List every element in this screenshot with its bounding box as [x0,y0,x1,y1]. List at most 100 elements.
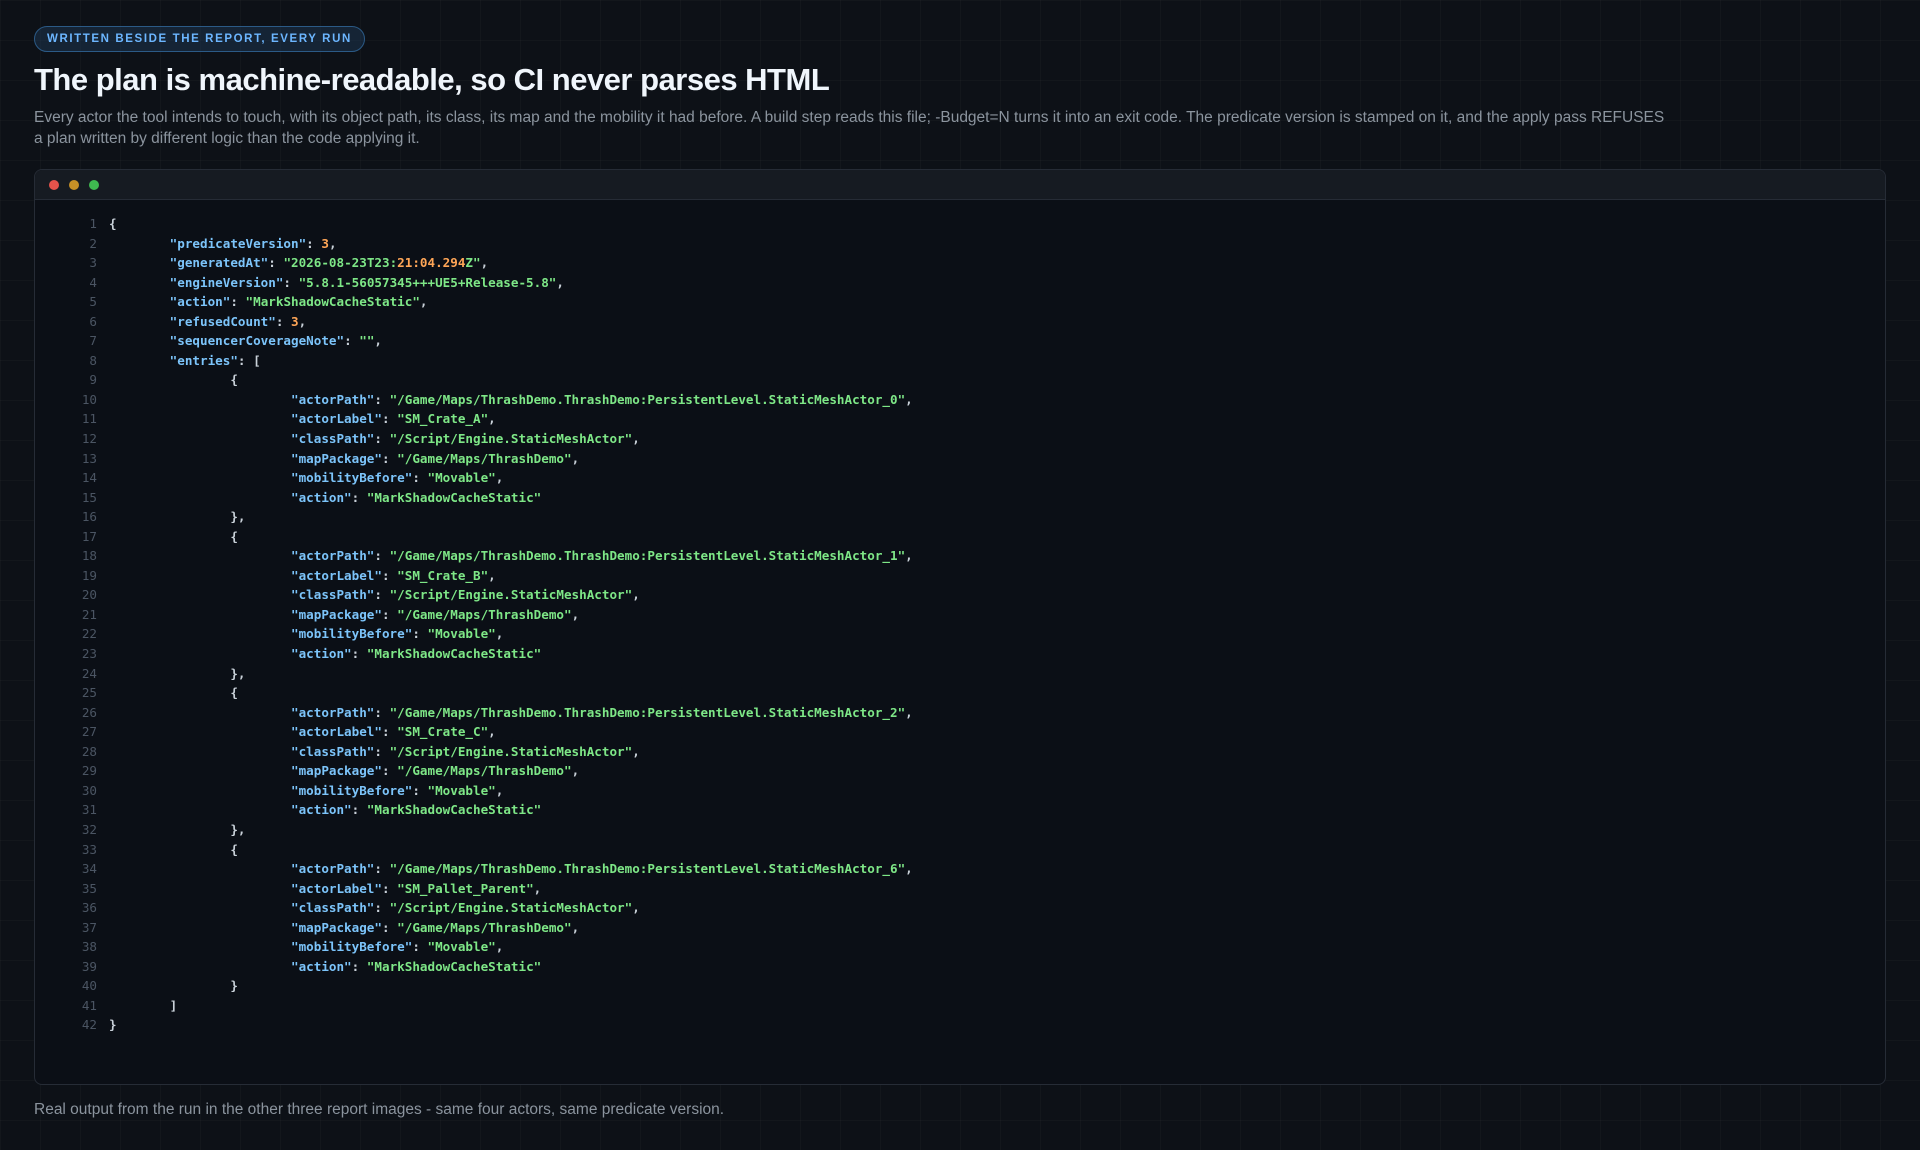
code-text: "action": "MarkShadowCacheStatic" [290,958,542,974]
code-text: "refusedCount": 3, [169,313,307,329]
code-text: "mobilityBefore": "Movable", [290,470,504,486]
line-number: 28 [81,743,97,759]
code-window: 1{2 "predicateVersion": 3, 3 "generatedAt… [34,169,1886,1085]
code-text: "classPath": "/Script/Engine.StaticMeshA… [290,587,640,603]
line-number: 11 [81,411,97,427]
page-description: Every actor the tool intends to touch, w… [34,109,1665,147]
code-text: }, [109,509,246,525]
code-text: "classPath": "/Script/Engine.StaticMeshA… [290,900,640,916]
code-line: 10 "actorPath": "/Game/Maps/ThrashDemo.T… [35,390,1885,410]
code-text: "classPath": "/Script/Engine.StaticMeshA… [290,743,640,759]
page-title: The plan is machine-readable, so CI neve… [34,62,830,97]
code-line: 15 "action": "MarkShadowCacheStatic" [35,488,1885,508]
code-text: } [109,1017,117,1033]
code-text: "mapPackage": "/Game/Maps/ThrashDemo", [290,450,580,466]
code-line: 18 "actorPath": "/Game/Maps/ThrashDemo.T… [35,546,1885,566]
code-text: "mobilityBefore": "Movable", [290,626,504,642]
code-line: 40 } [35,976,1885,996]
code-line: 6 "refusedCount": 3, [35,312,1885,332]
code-text: { [109,372,238,388]
line-number: 29 [81,763,97,779]
code-text: "mapPackage": "/Game/Maps/ThrashDemo", [290,606,580,622]
code-line: 31 "action": "MarkShadowCacheStatic" [35,800,1885,820]
code-line: 12 "classPath": "/Script/Engine.StaticMe… [35,429,1885,449]
code-line: 14 "mobilityBefore": "Movable", [35,468,1885,488]
code-text: "action": "MarkShadowCacheStatic", [169,294,428,310]
code-line: 3 "generatedAt": "2026-08-23T23:21:04.29… [35,253,1885,273]
code-line: 42} [35,1015,1885,1035]
line-number: 9 [89,372,97,388]
code-text: "action": "MarkShadowCacheStatic" [290,802,542,818]
code-text: "actorLabel": "SM_Crate_B", [290,567,496,583]
code-line: 34 "actorPath": "/Game/Maps/ThrashDemo.T… [35,859,1885,879]
code-line: 13 "mapPackage": "/Game/Maps/ThrashDemo"… [35,449,1885,469]
line-number: 17 [81,528,97,544]
code-text: "mobilityBefore": "Movable", [290,939,504,955]
line-number: 32 [81,821,97,837]
json-code-view[interactable]: 1{2 "predicateVersion": 3, 3 "generatedAt… [35,214,1885,1035]
code-line: 30 "mobilityBefore": "Movable", [35,781,1885,801]
code-text: "actorPath": "/Game/Maps/ThrashDemo.Thra… [290,861,913,877]
code-text: "actorPath": "/Game/Maps/ThrashDemo.Thra… [290,548,913,564]
code-line: 38 "mobilityBefore": "Movable", [35,937,1885,957]
code-line: 37 "mapPackage": "/Game/Maps/ThrashDemo"… [35,918,1885,938]
line-number: 30 [81,782,97,798]
code-text: }, [109,821,246,837]
line-number: 7 [89,333,97,349]
code-line: 8 "entries": [ [35,351,1885,371]
code-text: "mapPackage": "/Game/Maps/ThrashDemo", [290,919,580,935]
line-number: 39 [81,958,97,974]
code-line: 1{ [35,214,1885,234]
code-text: "engineVersion": "5.8.1-56057345+++UE5+R… [169,274,564,290]
code-text: "actorPath": "/Game/Maps/ThrashDemo.Thra… [290,704,913,720]
line-number: 13 [81,450,97,466]
line-number: 40 [81,978,97,994]
code-line: 16 }, [35,507,1885,527]
code-line: 32 }, [35,820,1885,840]
line-number: 2 [89,235,97,251]
code-line: 20 "classPath": "/Script/Engine.StaticMe… [35,585,1885,605]
code-line: 33 { [35,840,1885,860]
code-text: "entries": [ [169,352,261,368]
code-text: "actorLabel": "SM_Crate_C", [290,724,496,740]
line-number: 34 [81,861,97,877]
line-number: 25 [81,685,97,701]
line-number: 10 [81,391,97,407]
code-text: { [109,216,117,231]
code-text: { [109,528,238,544]
code-line: 29 "mapPackage": "/Game/Maps/ThrashDemo"… [35,761,1885,781]
code-line: 21 "mapPackage": "/Game/Maps/ThrashDemo"… [35,605,1885,625]
line-number: 26 [81,704,97,720]
close-dot[interactable] [49,179,59,190]
code-line: 5 "action": "MarkShadowCacheStatic", [35,292,1885,312]
line-number: 22 [81,626,97,642]
line-number: 12 [81,431,97,447]
code-line: 22 "mobilityBefore": "Movable", [35,624,1885,644]
code-line: 23 "action": "MarkShadowCacheStatic" [35,644,1885,664]
code-text: "sequencerCoverageNote": "", [169,333,383,349]
code-text: "predicateVersion": 3, [169,235,337,251]
code-line: 41 ] [35,996,1885,1016]
code-line: 7 "sequencerCoverageNote": "", [35,331,1885,351]
line-number: 20 [81,587,97,603]
line-number: 36 [81,900,97,916]
code-line: 17 { [35,527,1885,547]
line-number: 42 [81,1017,97,1033]
code-line: 35 "actorLabel": "SM_Pallet_Parent", [35,879,1885,899]
line-number: 33 [81,841,97,857]
code-text: "actorLabel": "SM_Crate_A", [290,411,496,427]
line-number: 19 [81,567,97,583]
code-text: "generatedAt": "2026-08-23T23:21:04.294Z… [169,255,489,271]
line-number: 1 [89,216,97,231]
code-text: { [109,685,238,701]
code-text: "action": "MarkShadowCacheStatic" [290,489,542,505]
code-text: } [109,978,238,994]
line-number: 8 [89,352,97,368]
code-text: ] [109,997,178,1013]
line-number: 27 [81,724,97,740]
maximize-dot[interactable] [89,179,99,190]
code-line: 11 "actorLabel": "SM_Crate_A", [35,409,1885,429]
code-line: 28 "classPath": "/Script/Engine.StaticMe… [35,742,1885,762]
line-number: 5 [89,294,97,310]
minimize-dot[interactable] [69,179,79,190]
